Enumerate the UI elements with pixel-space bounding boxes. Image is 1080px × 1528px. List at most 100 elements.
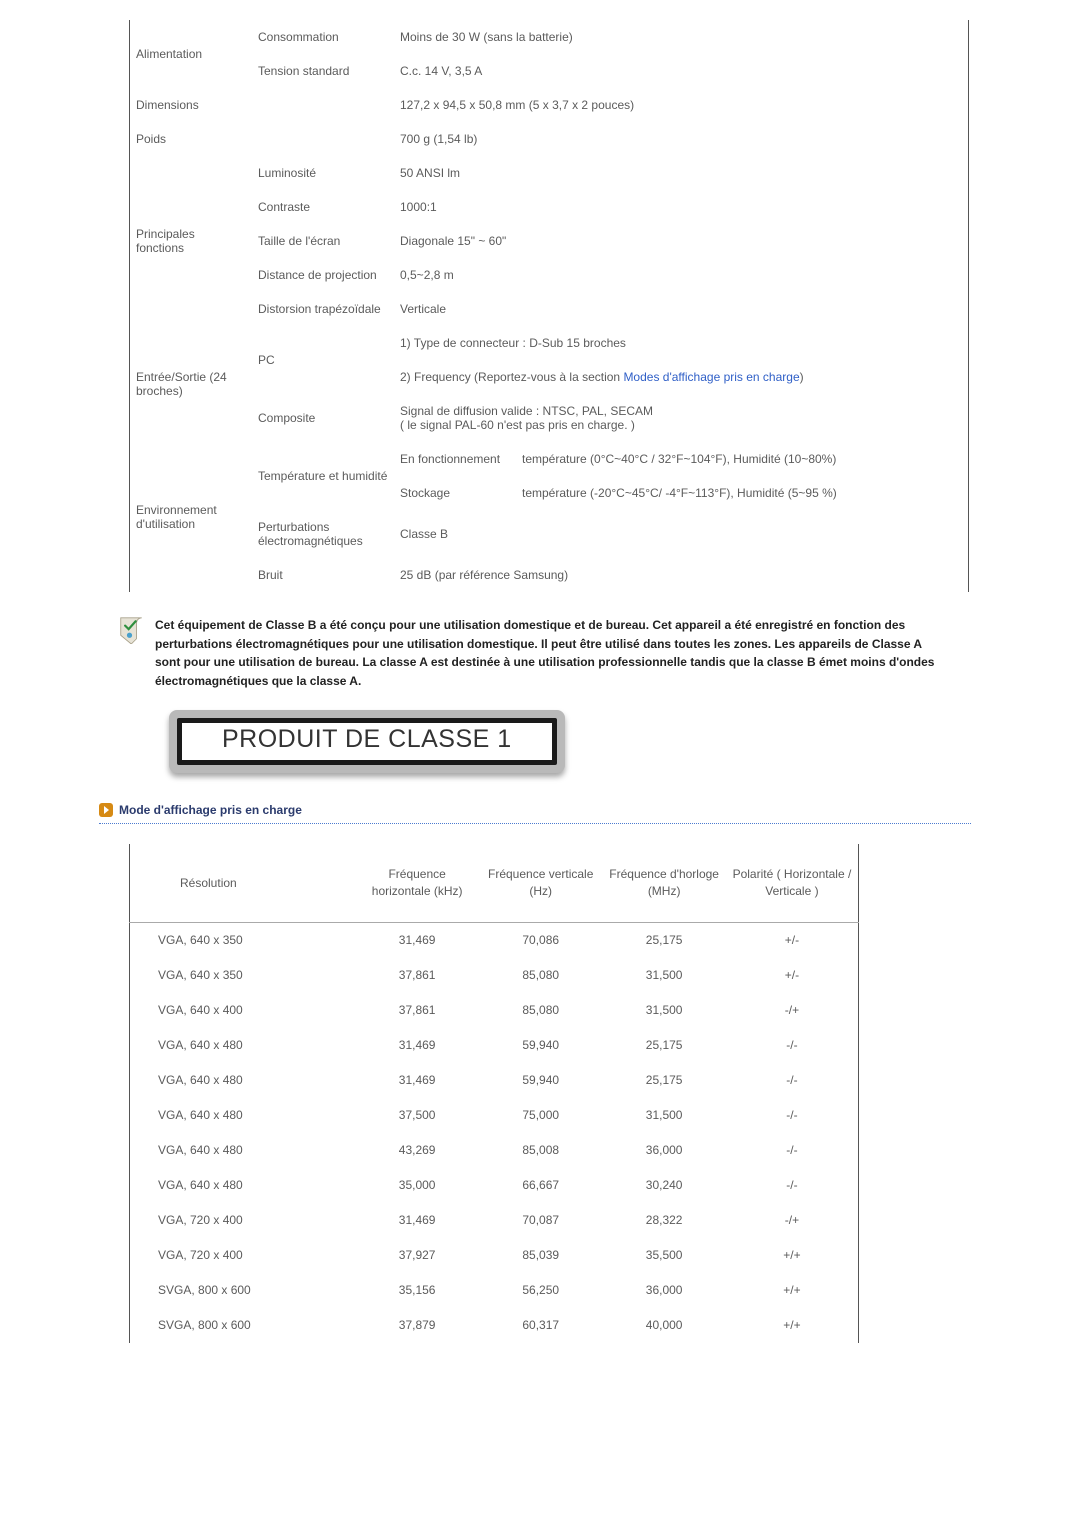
table-row: VGA, 640 x 48037,50075,00031,500-/- [130,1098,859,1133]
cell: +/- [726,922,859,958]
cell: VGA, 640 x 480 [130,1133,356,1168]
cell: VGA, 640 x 480 [130,1098,356,1133]
table-row: VGA, 640 x 48035,00066,66730,240-/- [130,1168,859,1203]
class1-plate: PRODUIT DE CLASSE 1 [169,710,565,773]
class-b-note: Cet équipement de Classe B a été conçu p… [119,616,971,690]
cell: 35,156 [355,1273,479,1308]
arrow-bullet-icon [99,803,113,817]
cell: VGA, 720 x 400 [130,1203,356,1238]
cell: 75,000 [479,1098,602,1133]
cell: 37,500 [355,1098,479,1133]
table-row: VGA, 640 x 35037,86185,08031,500+/- [130,958,859,993]
spec-label: Tension standard [252,54,394,88]
text: ) [800,370,804,384]
cell: 36,000 [602,1273,725,1308]
spec-value: 2) Frequency (Reportez-vous à la section… [394,360,969,394]
spec-value: Verticale [394,292,969,326]
col-hfreq: Fréquence horizontale (kHz) [355,844,479,922]
spec-value: 0,5~2,8 m [394,258,969,292]
display-modes-table: Résolution Fréquence horizontale (kHz) F… [129,844,859,1343]
cell: 31,469 [355,1063,479,1098]
section-title: Mode d'affichage pris en charge [119,801,302,819]
cell: 28,322 [602,1203,725,1238]
spec-value: Moins de 30 W (sans la batterie) [394,20,969,54]
spec-label: PC [252,326,394,394]
spec-sublabel: Stockage [394,476,516,510]
spec-label: Distorsion trapézoïdale [252,292,394,326]
spec-value: 1000:1 [394,190,969,224]
cell: 56,250 [479,1273,602,1308]
table-row: SVGA, 800 x 60037,87960,31740,000+/+ [130,1308,859,1343]
cell: -/- [726,1028,859,1063]
cell: -/- [726,1133,859,1168]
spec-value: Diagonale 15" ~ 60" [394,224,969,258]
cell: 31,469 [355,1203,479,1238]
text: 2) Frequency (Reportez-vous à la section [400,370,623,384]
spec-label: Luminosité [252,156,394,190]
table-row: VGA, 720 x 40031,46970,08728,322-/+ [130,1203,859,1238]
spec-label: Bruit [252,558,394,592]
cell: 70,087 [479,1203,602,1238]
cell: +/+ [726,1308,859,1343]
cell: 43,269 [355,1133,479,1168]
cat-io: Entrée/Sortie (24 broches) [130,326,253,442]
spec-label [252,122,394,156]
cell: 37,861 [355,958,479,993]
spec-value: Classe B [394,510,969,558]
spec-label: Taille de l'écran [252,224,394,258]
cell: 59,940 [479,1028,602,1063]
cell: 85,008 [479,1133,602,1168]
cell: SVGA, 800 x 600 [130,1273,356,1308]
cat-alimentation: Alimentation [130,20,253,88]
cell: 60,317 [479,1308,602,1343]
plate-label: PRODUIT DE CLASSE 1 [222,725,512,753]
cell: 36,000 [602,1133,725,1168]
cell: 31,500 [602,1098,725,1133]
table-row: VGA, 720 x 40037,92785,03935,500+/+ [130,1238,859,1273]
cell: VGA, 640 x 400 [130,993,356,1028]
cell: 25,175 [602,1028,725,1063]
cell: 37,927 [355,1238,479,1273]
cell: +/- [726,958,859,993]
spec-sublabel: En fonctionnement [394,442,516,476]
cell: SVGA, 800 x 600 [130,1308,356,1343]
table-row: VGA, 640 x 48031,46959,94025,175-/- [130,1063,859,1098]
modes-link[interactable]: Modes d'affichage pris en charge [623,370,799,384]
spec-label: Contraste [252,190,394,224]
note-text: Cet équipement de Classe B a été conçu p… [155,616,945,690]
cell: 35,500 [602,1238,725,1273]
spec-value: température (0°C~40°C / 32°F~104°F), Hum… [516,442,969,476]
cell: 85,039 [479,1238,602,1273]
cat-poids: Poids [130,122,253,156]
cell: 37,861 [355,993,479,1028]
cell: VGA, 640 x 480 [130,1063,356,1098]
spec-value: 25 dB (par référence Samsung) [394,558,969,592]
spec-value: température (-20°C~45°C/ -4°F~113°F), Hu… [516,476,969,510]
spec-label: Température et humidité [252,442,394,510]
spec-value: C.c. 14 V, 3,5 A [394,54,969,88]
spec-value: 1) Type de connecteur : D-Sub 15 broches [394,326,969,360]
spec-label: Distance de projection [252,258,394,292]
cell: 31,500 [602,993,725,1028]
cell: 37,879 [355,1308,479,1343]
cell: 40,000 [602,1308,725,1343]
cell: 31,469 [355,922,479,958]
cell: 31,469 [355,1028,479,1063]
spec-value: 700 g (1,54 lb) [394,122,969,156]
cell: 30,240 [602,1168,725,1203]
table-row: VGA, 640 x 35031,46970,08625,175+/- [130,922,859,958]
modes-section-header: Mode d'affichage pris en charge [99,801,971,824]
cell: 70,086 [479,922,602,958]
cell: -/+ [726,1203,859,1238]
col-vfreq: Fréquence verticale (Hz) [479,844,602,922]
cell: 66,667 [479,1168,602,1203]
cell: 31,500 [602,958,725,993]
cell: +/+ [726,1273,859,1308]
cat-env: Environnement d'utilisation [130,442,253,592]
cell: VGA, 720 x 400 [130,1238,356,1273]
spec-value: Signal de diffusion valide : NTSC, PAL, … [394,394,969,442]
spec-table: Alimentation Consommation Moins de 30 W … [129,20,969,592]
spec-label: Consommation [252,20,394,54]
table-row: VGA, 640 x 48031,46959,94025,175-/- [130,1028,859,1063]
cell: 85,080 [479,993,602,1028]
